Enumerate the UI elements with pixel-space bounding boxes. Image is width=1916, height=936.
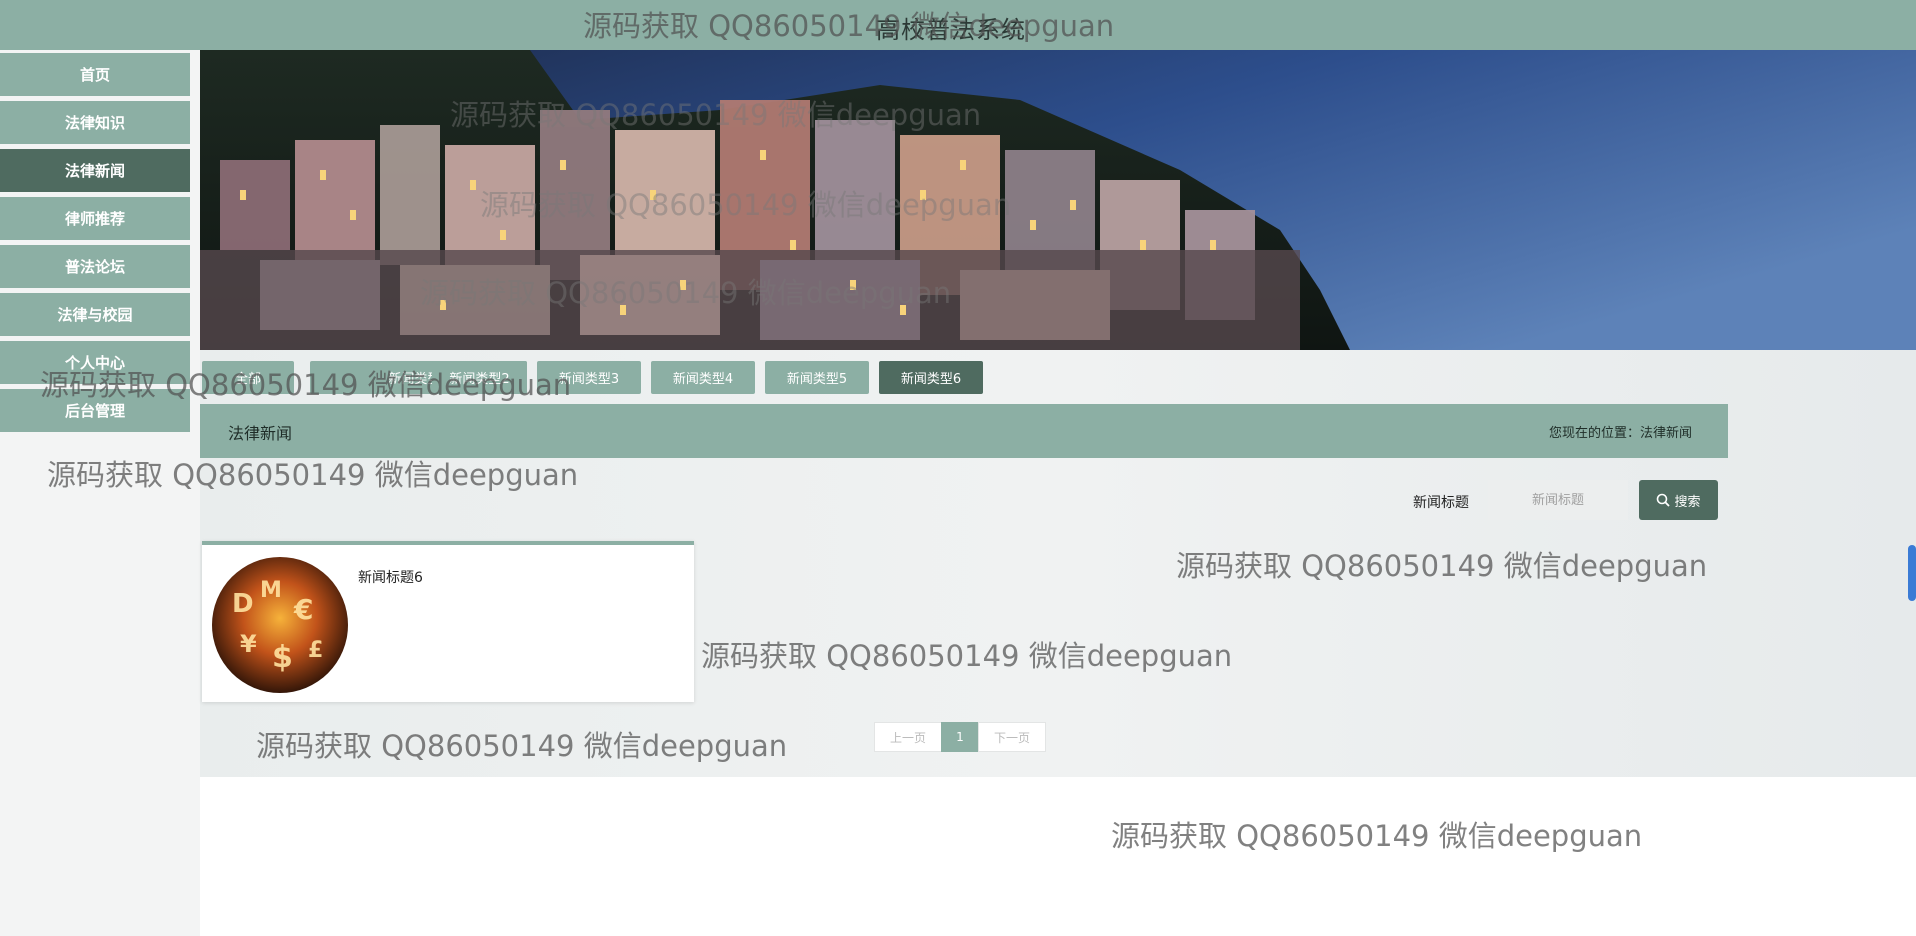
sidebar-item-legal-knowledge[interactable]: 法律知识: [0, 101, 190, 144]
svg-text:¥: ¥: [240, 630, 257, 658]
tab-news-type-6[interactable]: 新闻类型6: [879, 361, 983, 394]
sidebar-item-lawyer-recommend[interactable]: 律师推荐: [0, 197, 190, 240]
banner-image: [200, 50, 1916, 350]
search-icon: [1657, 493, 1671, 507]
svg-text:D: D: [232, 589, 254, 619]
search-label: 新闻标题: [1413, 495, 1469, 511]
section-title: 法律新闻: [228, 424, 293, 443]
search-input[interactable]: [1488, 480, 1628, 520]
search-button-label: 搜索: [1674, 494, 1701, 510]
svg-text:€: €: [293, 593, 313, 626]
pagination-page-1[interactable]: 1: [941, 722, 979, 752]
pagination-prev-button[interactable]: 上一页: [874, 722, 942, 752]
sidebar-nav: 首页 法律知识 法律新闻 律师推荐 普法论坛 法律与校园 个人中心 后台管理: [0, 50, 200, 936]
sidebar-item-admin[interactable]: 后台管理: [0, 389, 190, 432]
site-title: 高校普法系统: [876, 16, 1026, 44]
sidebar-item-forum[interactable]: 普法论坛: [0, 245, 190, 288]
footer-area: [200, 777, 1916, 936]
sidebar-item-law-campus[interactable]: 法律与校园: [0, 293, 190, 336]
sidebar-item-legal-news[interactable]: 法律新闻: [0, 149, 190, 192]
tab-news-type-5[interactable]: 新闻类型5: [765, 361, 869, 394]
tab-news-type-3[interactable]: 新闻类型3: [537, 361, 641, 394]
news-thumbnail: D M € ¥ $ £: [212, 557, 348, 693]
pagination-next-button[interactable]: 下一页: [978, 722, 1046, 752]
top-header-bar: 高校普法系统: [0, 0, 1916, 50]
breadcrumb: 您现在的位置：法律新闻: [1548, 426, 1692, 441]
news-card[interactable]: D M € ¥ $ £ 新闻标题6: [202, 541, 694, 702]
search-button[interactable]: 搜索: [1639, 480, 1718, 520]
svg-text:M: M: [260, 578, 282, 603]
scrollbar-handle[interactable]: [1908, 545, 1916, 601]
section-header: 法律新闻 您现在的位置：法律新闻: [200, 404, 1728, 458]
tab-news-type-4[interactable]: 新闻类型4: [651, 361, 755, 394]
news-title: 新闻标题6: [358, 570, 423, 586]
sidebar-item-personal-center[interactable]: 个人中心: [0, 341, 190, 384]
tab-all[interactable]: 全部: [202, 361, 294, 394]
sidebar-item-home[interactable]: 首页: [0, 53, 190, 96]
tab-news-type-2[interactable]: 新闻类型2: [432, 361, 527, 394]
svg-text:$: $: [272, 640, 293, 675]
svg-text:£: £: [308, 638, 323, 663]
